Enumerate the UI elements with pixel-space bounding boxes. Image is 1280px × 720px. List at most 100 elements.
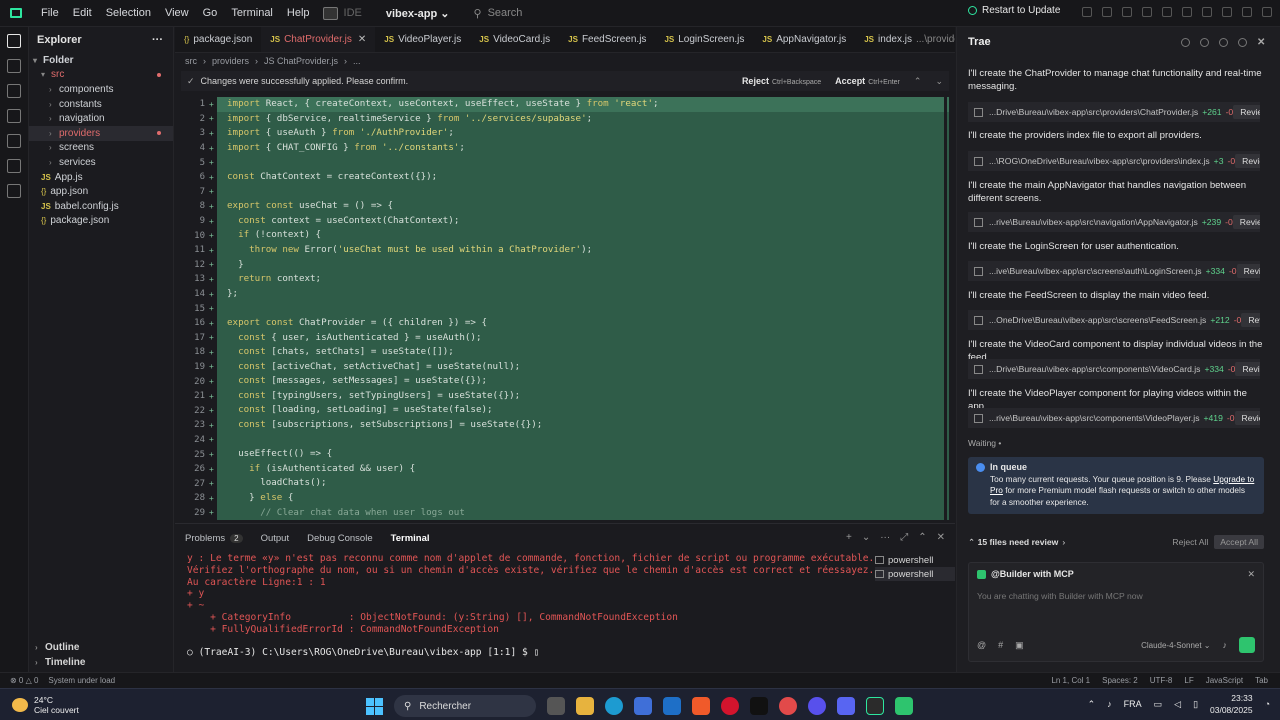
file-explorer-icon[interactable]	[576, 697, 594, 715]
settings-icon[interactable]	[1182, 7, 1192, 17]
panel-tab-terminal[interactable]: Terminal	[391, 533, 430, 544]
files-review-label[interactable]: 15 files need review	[978, 537, 1059, 547]
ide-toggle[interactable]: IDE	[322, 6, 362, 20]
minimize-icon[interactable]	[1222, 7, 1232, 17]
tab-loginscreen-js[interactable]: JS LoginScreen.js	[655, 27, 753, 52]
language-mode[interactable]: JavaScript	[1206, 676, 1243, 685]
code-line[interactable]: 24 +	[181, 432, 949, 448]
breadcrumb-item[interactable]: src	[185, 56, 197, 66]
mic-icon[interactable]: ♪	[1223, 640, 1228, 650]
clock[interactable]: 23:33 03/08/2025	[1210, 692, 1253, 716]
tab-index-js[interactable]: JSindex.js...\providers	[855, 27, 955, 52]
layout-chat-icon[interactable]	[1162, 7, 1172, 17]
panel-tab-debug-console[interactable]: Debug Console	[307, 533, 373, 544]
scrollbar[interactable]	[944, 97, 947, 522]
panel-tab-problems[interactable]: Problems 2	[185, 533, 243, 544]
chevron-down-icon[interactable]: ⌄	[862, 532, 870, 543]
layout-panel-icon[interactable]	[1142, 7, 1152, 17]
code-line[interactable]: 8 + export const useChat = () => {	[181, 199, 949, 214]
tree-item-package-json[interactable]: {} package.json	[29, 214, 173, 229]
search-box[interactable]: ⚲ Search	[474, 7, 523, 20]
chat-icon[interactable]	[1181, 37, 1190, 47]
review-button[interactable]: Review	[1232, 215, 1260, 229]
remote-status-icon[interactable]: ⊗ 0 △ 0	[10, 676, 38, 685]
grid-icon[interactable]	[7, 184, 21, 198]
terminal-app-icon[interactable]	[866, 697, 884, 715]
breadcrumb-item[interactable]: JS ChatProvider.js	[264, 56, 338, 66]
tree-item-constants[interactable]: › constants	[29, 97, 173, 112]
accept-button[interactable]: Accept Ctrl+Enter	[835, 76, 900, 86]
breadcrumb-item[interactable]: providers	[212, 56, 249, 66]
review-button[interactable]: Review	[1235, 154, 1260, 168]
source-control-icon[interactable]	[7, 84, 21, 98]
code-line[interactable]: 13 + return context;	[181, 272, 949, 287]
reject-button[interactable]: Reject Ctrl+Backspace	[742, 76, 821, 86]
mention-icon[interactable]: @	[977, 640, 986, 650]
language-indicator[interactable]: FRA	[1124, 699, 1142, 709]
task-view-icon[interactable]	[547, 697, 565, 715]
code-line[interactable]: 27 + loadChats();	[181, 476, 949, 492]
tree-item-components[interactable]: › components	[29, 82, 173, 97]
opera-icon[interactable]	[721, 697, 739, 715]
split-icon[interactable]: ⤢	[900, 532, 908, 543]
review-button[interactable]: Review	[1234, 411, 1260, 425]
review-button[interactable]: Review	[1235, 362, 1260, 376]
menu-file[interactable]: File	[34, 7, 66, 19]
code-line[interactable]: 19 + const [activeChat, setActiveChat] = …	[181, 359, 949, 375]
code-line[interactable]: 6 + const ChatContext = createContext({});	[181, 169, 949, 185]
close-tab-icon[interactable]: ✕	[358, 34, 366, 45]
tree-item-navigation[interactable]: › navigation	[29, 111, 173, 126]
tree-item-src[interactable]: ▾ src	[29, 68, 173, 83]
file-change-card[interactable]: ...rive\Bureau\vibex-app\src\navigation\…	[968, 212, 1260, 232]
code-line[interactable]: 1 + import React, { createContext, useCont…	[181, 97, 949, 112]
tree-item-app-js[interactable]: JS App.js	[29, 170, 173, 185]
tab-feedscreen-js[interactable]: JS FeedScreen.js	[559, 27, 655, 52]
send-button[interactable]	[1239, 637, 1255, 653]
code-line[interactable]: 21 + const [typingUsers, setTypingUsers] …	[181, 388, 949, 404]
code-line[interactable]: 4 + import { CHAT_CONFIG } from '../consta…	[181, 140, 949, 156]
tree-item-services[interactable]: › services	[29, 155, 173, 170]
tray-chevron-icon[interactable]: ⌃	[1088, 699, 1096, 710]
code-line[interactable]: 9 + const context = useContext(ChatContex…	[181, 213, 949, 229]
discord-icon[interactable]	[837, 697, 855, 715]
code-line[interactable]: 26 + if (isAuthenticated && user) {	[181, 461, 949, 477]
file-change-card[interactable]: ...OneDrive\Bureau\vibex-app\src\screens…	[968, 310, 1260, 330]
trae-app-icon[interactable]	[895, 697, 913, 715]
extensions-icon[interactable]	[7, 134, 21, 148]
add-terminal-icon[interactable]: +	[846, 532, 852, 543]
code-line[interactable]: 7 +	[181, 184, 949, 200]
code-line[interactable]: 14 +};	[181, 286, 949, 302]
tree-item-app-json[interactable]: {} app.json	[29, 184, 173, 199]
tree-item-babel-config-js[interactable]: JS babel.config.js	[29, 199, 173, 214]
forward-icon[interactable]	[1102, 7, 1112, 17]
tab-videocard-js[interactable]: JS VideoCard.js	[470, 27, 559, 52]
timeline-section[interactable]: › Timeline	[29, 655, 174, 670]
code-line[interactable]: 29 + // Clear chat data when user logs ou…	[181, 505, 949, 521]
project-name[interactable]: vibex-app ⌄	[386, 7, 450, 20]
code-editor[interactable]: 1 + import React, { createContext, useCont…	[181, 97, 949, 522]
notification-icon[interactable]: ◔	[1265, 699, 1270, 709]
code-line[interactable]: 17 + const { user, isAuthenticated } = us…	[181, 330, 949, 346]
menu-edit[interactable]: Edit	[66, 7, 99, 19]
close-icon[interactable]: ✕	[1257, 37, 1266, 47]
code-line[interactable]: 15 +	[181, 301, 949, 316]
code-line[interactable]: 22 + const [loading, setLoading] = useSta…	[181, 403, 949, 419]
menu-go[interactable]: Go	[196, 7, 225, 19]
terminal-prompt[interactable]: ○ (TraeAI-3) C:\Users\ROG\OneDrive\Burea…	[187, 647, 867, 659]
restart-to-update-button[interactable]: Restart to Update	[968, 5, 1060, 16]
file-change-card[interactable]: ...ive\Bureau\vibex-app\src\screens\auth…	[968, 261, 1260, 281]
close-window-icon[interactable]	[1262, 7, 1272, 17]
tab-chatprovider-js[interactable]: JS ChatProvider.js ✕	[261, 27, 376, 52]
review-button[interactable]: Review	[1233, 105, 1260, 119]
code-line[interactable]: 20 + const [messages, setMessages] = useS…	[181, 374, 949, 389]
code-line[interactable]: 5 +	[181, 155, 949, 170]
review-chevron-icon[interactable]: ⌃	[968, 537, 978, 548]
close-panel-icon[interactable]: ✕	[937, 532, 945, 543]
run-debug-icon[interactable]	[7, 109, 21, 123]
code-line[interactable]: 28 + } else {	[181, 491, 949, 506]
encoding[interactable]: UTF-8	[1150, 676, 1173, 685]
tab-appnavigator-js[interactable]: JS AppNavigator.js	[753, 27, 855, 52]
agent-name[interactable]: @Builder with MCP	[991, 569, 1074, 579]
hash-icon[interactable]: #	[998, 640, 1003, 650]
code-line[interactable]: 10 + if (!context) {	[181, 228, 949, 243]
